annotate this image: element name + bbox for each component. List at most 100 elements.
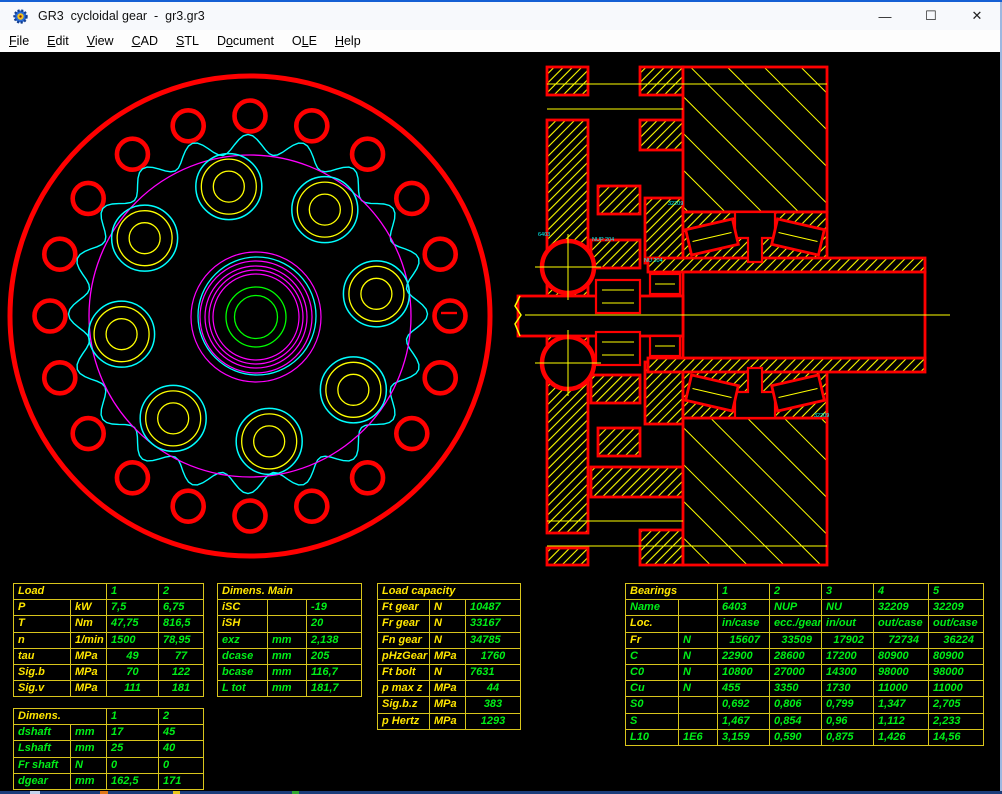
cell-value: 116,7: [307, 664, 362, 680]
row-label: tau: [14, 648, 71, 664]
cell-value: 0: [107, 757, 159, 773]
menu-help[interactable]: Help: [326, 32, 370, 50]
cell-value: 36224: [929, 632, 984, 648]
row-unit: [679, 697, 718, 713]
cad-canvas[interactable]: 6403 NUP 204 NU 204 32209 32209 Load12Pk…: [0, 52, 1000, 791]
cell-value: 3350: [770, 681, 822, 697]
row-unit: MPa: [71, 681, 107, 697]
row-unit: N: [679, 632, 718, 648]
cell-value: 2,138: [307, 632, 362, 648]
housing-pin-circle: [296, 491, 327, 522]
bearing-label-nu: NU 204: [644, 258, 663, 264]
cell-value: 14,56: [929, 729, 984, 745]
row-label: dshaft: [14, 725, 71, 741]
bolt-hole-circle: [236, 408, 302, 474]
bolt-roller-circle: [242, 414, 297, 469]
close-button[interactable]: ✕: [954, 2, 1000, 30]
row-label: pHzGear: [378, 648, 430, 664]
cell-value: 1,347: [874, 697, 929, 713]
row-unit: MPa: [430, 697, 466, 713]
case-plate-bottom: [547, 548, 588, 565]
row-unit: N: [430, 632, 466, 648]
table-row: Sig.b.zMPa383: [378, 697, 521, 713]
hub-circle: [205, 266, 307, 368]
section-structure: [518, 67, 925, 565]
column-header: 2: [159, 584, 204, 600]
table-row: Sig.bMPa70122: [14, 664, 204, 680]
titlebar[interactable]: GR3 cycloidal gear - gr3.gr3 — ☐ ✕: [0, 2, 1000, 30]
minimize-button[interactable]: —: [862, 2, 908, 30]
hub-bearing-circle: [198, 257, 316, 375]
table-load: Load12PkW7,56,75TNm47,75816,5n1/min15007…: [13, 583, 204, 697]
row-unit: Nm: [71, 616, 107, 632]
row-unit: mm: [268, 681, 307, 697]
column-header: 1: [107, 584, 159, 600]
cell-value: 0,875: [822, 729, 874, 745]
maximize-button[interactable]: ☐: [908, 2, 954, 30]
cell-value: 80900: [874, 648, 929, 664]
cell-value: 181: [159, 681, 204, 697]
table-row: pHzGearMPa1760: [378, 648, 521, 664]
column-header: 2: [770, 584, 822, 600]
menu-document[interactable]: Document: [208, 32, 283, 50]
table-title: Load capacity: [378, 584, 521, 600]
cell-value: 0,806: [770, 697, 822, 713]
cell-value: 0,854: [770, 713, 822, 729]
housing-pin-circle: [73, 183, 104, 214]
housing-pin-circle: [396, 418, 427, 449]
cell-value: 0,692: [718, 697, 770, 713]
cell-value: 1,426: [874, 729, 929, 745]
row-label: Sig.v: [14, 681, 71, 697]
housing-pin-circle: [235, 101, 266, 132]
cell-value: 14300: [822, 664, 874, 680]
row-unit: 1E6: [679, 729, 718, 745]
table-title: Dimens.: [14, 709, 107, 725]
cell-value: 45: [159, 725, 204, 741]
row-unit: N: [679, 664, 718, 680]
housing-pin-circle: [425, 362, 456, 393]
gearbox-section-view[interactable]: 6403 NUP 204 NU 204 32209 32209: [510, 52, 1002, 575]
menu-view[interactable]: View: [78, 32, 123, 50]
cell-value: 20: [307, 616, 362, 632]
row-label: Sig.b: [14, 664, 71, 680]
bolt-core-circle: [129, 223, 160, 254]
row-label: Name: [626, 600, 679, 616]
menu-file[interactable]: File: [0, 32, 38, 50]
cell-value: 2,233: [929, 713, 984, 729]
table-row: S00,6920,8060,7991,3472,705: [626, 697, 984, 713]
window-title: GR3 cycloidal gear - gr3.gr3: [38, 9, 205, 23]
row-label: dcase: [218, 648, 268, 664]
cell-value: NU: [822, 600, 874, 616]
table-load_capacity: Load capacityFt gearN10487Fr gearN33167F…: [377, 583, 521, 730]
cell-value: 80900: [929, 648, 984, 664]
row-unit: 1/min: [71, 632, 107, 648]
cell-value: 49: [107, 648, 159, 664]
housing-pin-circle: [173, 491, 204, 522]
table-row: Lshaftmm2540: [14, 741, 204, 757]
cycloidal-gear-front-view[interactable]: [0, 52, 510, 575]
cell-value: 1730: [822, 681, 874, 697]
cell-value: 111: [107, 681, 159, 697]
menu-stl[interactable]: STL: [167, 32, 208, 50]
housing-pin-circle: [117, 139, 148, 170]
cell-value: 28600: [770, 648, 822, 664]
cell-value: 17: [107, 725, 159, 741]
table-row: L101E63,1590,5900,8751,42614,56: [626, 729, 984, 745]
cell-value: 0,799: [822, 697, 874, 713]
cell-value: NUP: [770, 600, 822, 616]
row-label: exz: [218, 632, 268, 648]
bolt-hole-circle: [89, 301, 155, 367]
menu-ole[interactable]: OLE: [283, 32, 326, 50]
cell-value: 70: [107, 664, 159, 680]
row-label: S: [626, 713, 679, 729]
window-controls: — ☐ ✕: [862, 2, 1000, 30]
bolt-core-circle: [106, 319, 137, 350]
cell-value: 15607: [718, 632, 770, 648]
menu-edit[interactable]: Edit: [38, 32, 78, 50]
menu-cad[interactable]: CAD: [123, 32, 167, 50]
cell-value: 47,75: [107, 616, 159, 632]
table-title: Load: [14, 584, 107, 600]
row-label: C: [626, 648, 679, 664]
table-title: Dimens. Main: [218, 584, 362, 600]
housing-pin-circle: [35, 301, 66, 332]
